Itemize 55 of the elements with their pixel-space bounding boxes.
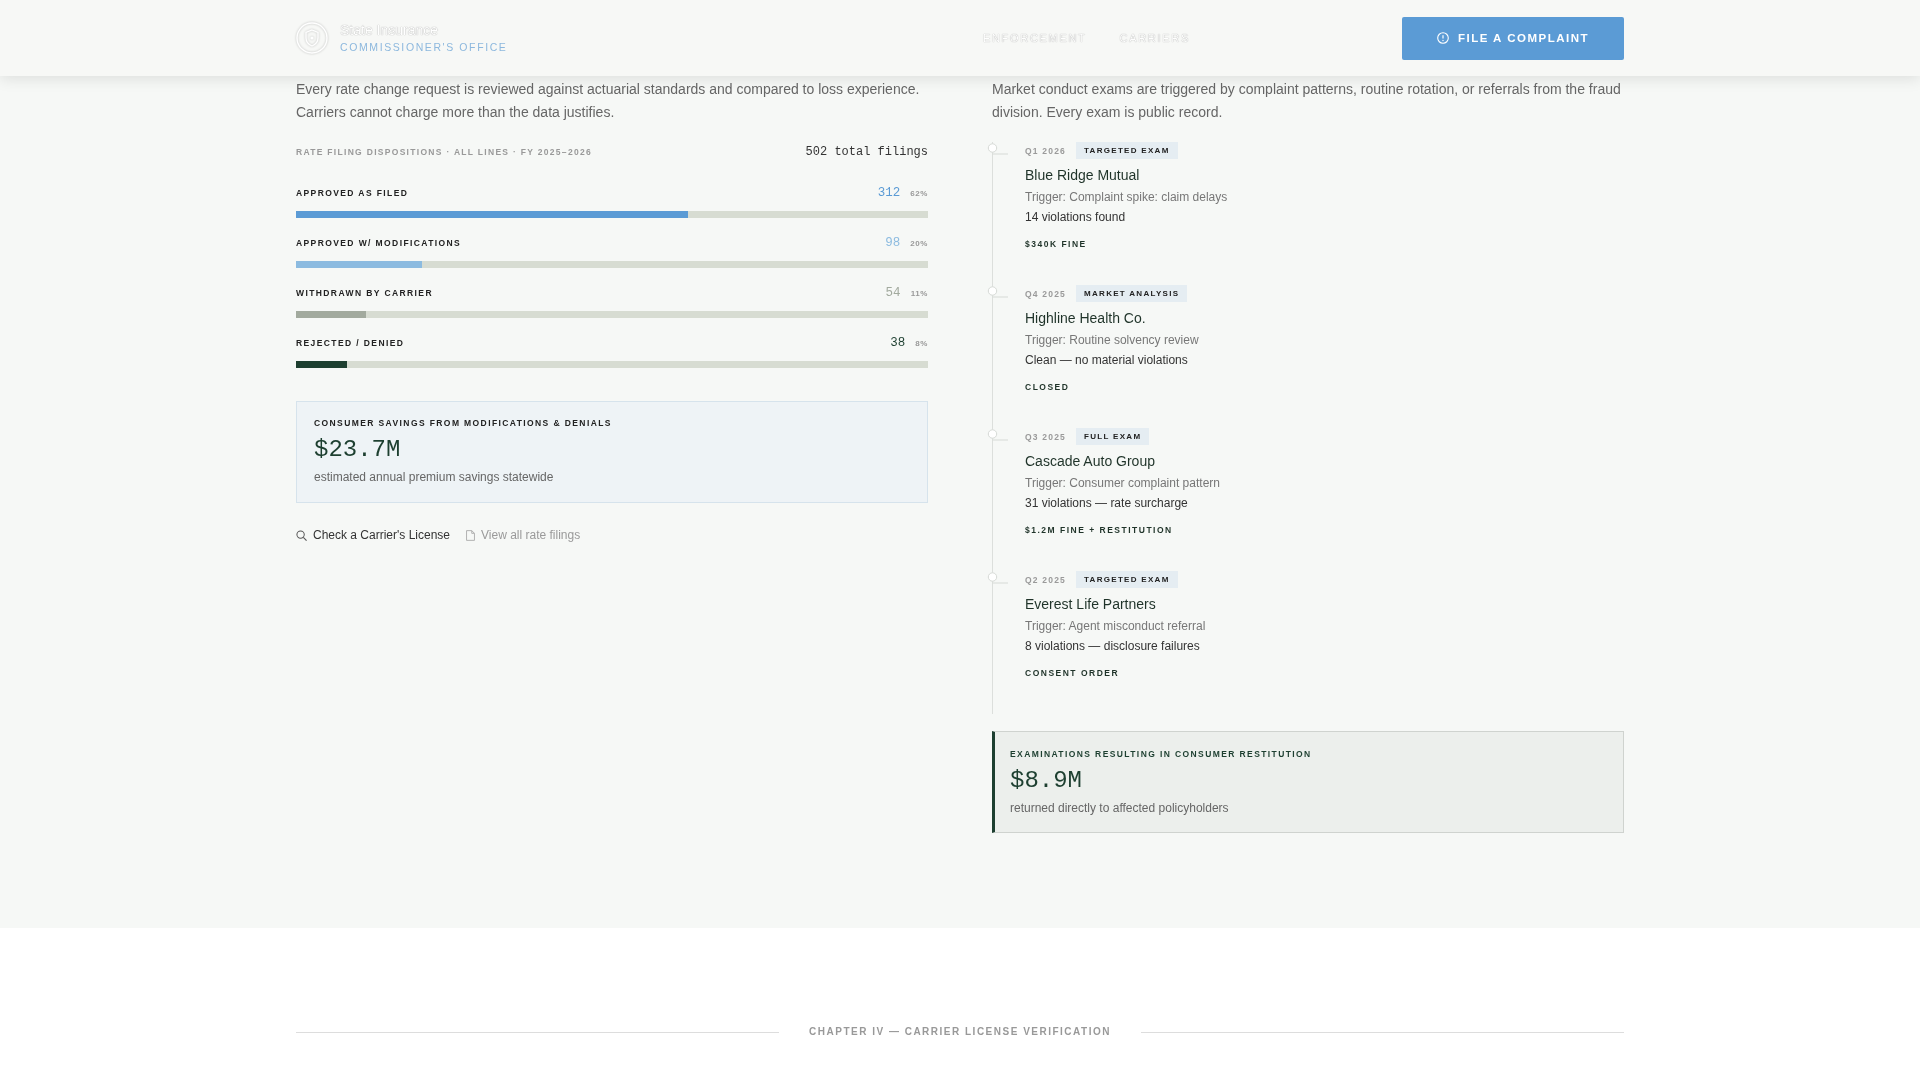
card-note: estimated annual premium savings statewide [314, 469, 555, 485]
text-link[interactable]: Check a Carrier's License [296, 527, 450, 543]
exam-date: Q1 2026 [1025, 145, 1066, 156]
file-complaint-button[interactable]: FILE A COMPLAINT [1402, 16, 1624, 60]
exam-type-tag: FULL EXAM [1076, 428, 1150, 445]
intro-paragraph: Market conduct exams are triggered by complaint patterns, routine rotation, or referrals from the fraud division. Every exam is public record. [992, 80, 1622, 122]
filing-count: 98 [885, 236, 901, 250]
exam-date: Q2 2025 [1025, 574, 1066, 585]
exam-trigger: Trigger: Agent misconduct referral [1025, 618, 1206, 634]
filing-count: 312 [877, 186, 901, 200]
disposition-label: REJECTED / DENIED [296, 338, 405, 348]
exam-date: Q3 2025 [1025, 431, 1066, 442]
exam-result: 8 violations — disclosure failures [1025, 638, 1200, 654]
exam-result: 31 violations — rate surcharge [1025, 495, 1188, 511]
intro-paragraph: Every rate change request is reviewed against actuarial standards and compared to loss experience. Carriers cannot charge more than the data justifies. [296, 80, 921, 122]
exam-trigger: Trigger: Consumer complaint pattern [1025, 475, 1220, 491]
chart-title: RATE FILING DISPOSITIONS · ALL LINES · FY 2025–2026 [296, 147, 592, 157]
filing-percent: 20% [910, 239, 928, 248]
card-label: CONSUMER SAVINGS FROM MODIFICATIONS & DENIALS [314, 417, 613, 429]
total-filings: 502 total filings [805, 145, 928, 159]
exam-outcome: CONSENT ORDER [1025, 667, 1120, 679]
exam-date: Q4 2025 [1025, 288, 1066, 299]
exam-trigger: Trigger: Complaint spike: claim delays [1025, 189, 1228, 205]
card-value: $8.9M [1010, 767, 1083, 795]
card-label: EXAMINATIONS RESULTING IN CONSUMER RESTITUTION [1010, 748, 1313, 760]
chapter-heading: CHAPTER IV — CARRIER LICENSE VERIFICATION [809, 1025, 1111, 1039]
exam-result: Clean — no material violations [1025, 352, 1188, 368]
site-subtitle: COMMISSIONER'S OFFICE [340, 40, 508, 54]
exam-type-tag: MARKET ANALYSIS [1076, 285, 1188, 302]
disposition-label: APPROVED AS FILED [296, 188, 409, 198]
carrier-name: Cascade Auto Group [1025, 452, 1155, 470]
filing-percent: 11% [910, 289, 928, 298]
filing-percent: 62% [910, 189, 928, 198]
card-note: returned directly to affected policyholders [1010, 800, 1230, 816]
carrier-name: Highline Health Co. [1025, 309, 1146, 327]
exam-type-tag: TARGETED EXAM [1076, 571, 1178, 588]
alert-icon [1436, 32, 1449, 44]
exam-outcome: $1.2M FINE + RESTITUTION [1025, 524, 1173, 536]
disposition-label: APPROVED W/ MODIFICATIONS [296, 238, 462, 248]
carrier-name: Everest Life Partners [1025, 595, 1156, 613]
exam-outcome: CLOSED [1025, 381, 1070, 393]
disposition-label: WITHDRAWN BY CARRIER [296, 288, 433, 298]
card-value: $23.7M [314, 436, 402, 464]
text-link[interactable]: View all rate filings [466, 527, 581, 543]
carrier-name: Blue Ridge Mutual [1025, 166, 1140, 184]
exam-outcome: $340K FINE [1025, 238, 1087, 250]
exam-trigger: Trigger: Routine solvency review [1025, 332, 1199, 348]
shield-emblem-icon [296, 22, 328, 54]
search-icon [296, 529, 307, 541]
document-icon [466, 529, 475, 541]
filing-count: 38 [890, 336, 906, 350]
exam-type-tag: TARGETED EXAM [1076, 142, 1178, 159]
filing-percent: 8% [915, 339, 928, 348]
exam-result: 14 violations found [1025, 209, 1126, 225]
filing-count: 54 [885, 286, 901, 300]
